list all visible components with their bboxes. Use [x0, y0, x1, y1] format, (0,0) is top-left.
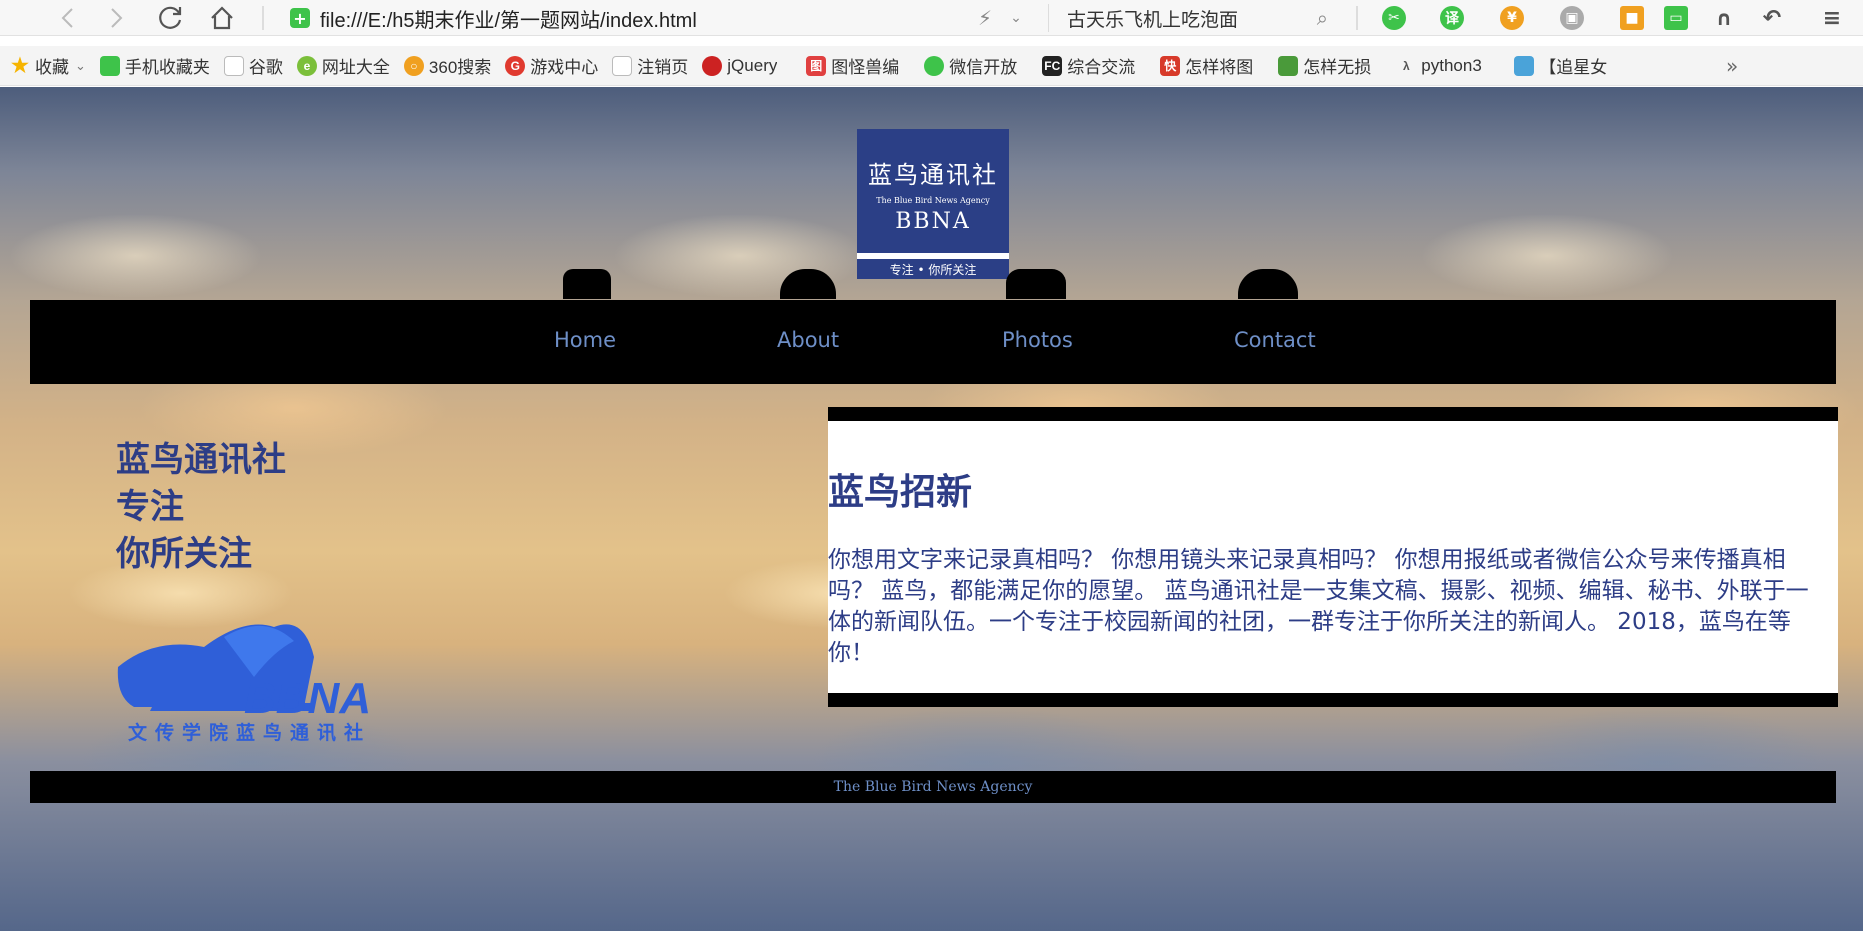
search-box[interactable]: 古天乐飞机上吃泡面 ⌕ — [1048, 4, 1348, 32]
kuai-icon: 快 — [1160, 55, 1181, 76]
headphones-icon[interactable]: ∩ — [1712, 6, 1736, 30]
side-title-line: 专注 — [116, 487, 184, 527]
logo-abbr: BBNA — [895, 209, 971, 234]
game-icon[interactable]: ▣ — [1560, 6, 1584, 30]
divider — [1356, 6, 1358, 30]
bookmark-item[interactable]: 【追星女 — [1514, 51, 1618, 81]
apps-icon[interactable]: ■ — [1620, 6, 1644, 30]
logo-school-text: 文传学院蓝鸟通讯社 — [128, 721, 371, 744]
fc-icon: FC — [1042, 55, 1063, 76]
logo-en: The Blue Bird News Agency — [876, 196, 990, 205]
game-center-icon: G — [505, 55, 526, 76]
translate-icon[interactable]: 译 — [1440, 6, 1464, 30]
globe-icon: e — [296, 55, 317, 76]
bookmark-item[interactable]: 谷歌 — [223, 51, 283, 81]
bookmark-item[interactable]: 注销页 — [612, 51, 688, 81]
logo-abbr-text: BBNA — [244, 674, 371, 723]
phone-icon — [99, 55, 120, 76]
bookmark-item[interactable]: G 游戏中心 — [505, 51, 598, 81]
jquery-icon — [702, 55, 723, 76]
footer-text: The Blue Bird News Agency — [833, 779, 1033, 795]
bookmark-item[interactable]: 微信开放 — [924, 51, 1028, 81]
undo-icon[interactable]: ↶ — [1760, 6, 1784, 31]
bookmark-item[interactable]: 图图怪兽编 — [806, 51, 910, 81]
nav-photos[interactable]: Photos — [1002, 328, 1073, 352]
bookmark-item[interactable]: FC 综合交流 — [1042, 51, 1146, 81]
python-icon: λ — [1402, 58, 1410, 73]
scissors-icon[interactable]: ✂ — [1382, 6, 1406, 30]
article-card: 蓝鸟招新 你想用文字来记录真相吗？ 你想用镜头来记录真相吗？ 你想用报纸或者微信… — [828, 407, 1838, 707]
bookmarks-bar: ★ 收藏 ⌄ 手机收藏夹 谷歌 e 网址大全 ○ 360搜索 G 游戏中心 注销页 j… — [0, 46, 1863, 86]
chevron-down-icon: ⌄ — [75, 57, 86, 73]
browser-toolbar: + file:///E:/h5期末作业/第一题网站/index.html ⚡ ⌄… — [0, 0, 1863, 36]
bookmark-item[interactable]: 手机收藏夹 — [99, 51, 210, 81]
more-bookmarks-icon[interactable]: » — [1726, 54, 1738, 78]
bookmark-item[interactable]: λ python3 — [1396, 51, 1500, 81]
image-icon: 图 — [806, 55, 827, 76]
bbna-logo: BBNA 文传学院蓝鸟通讯社 — [117, 624, 371, 744]
forward-icon[interactable] — [102, 0, 132, 36]
lightning-icon[interactable]: ⚡ — [970, 0, 1000, 36]
search-360-icon: ○ — [403, 55, 424, 76]
side-title: 蓝鸟通讯社 专注 你所关注 — [116, 437, 286, 578]
article-body: 你想用文字来记录真相吗？ 你想用镜头来记录真相吗？ 你想用报纸或者微信公众号来传… — [828, 547, 1809, 666]
bookmark-item[interactable]: 快怎样将图 — [1160, 51, 1264, 81]
side-title-line: 你所关注 — [116, 534, 252, 574]
battery-icon[interactable]: ▭ — [1664, 6, 1688, 30]
side-title-line: 蓝鸟通讯社 — [116, 440, 286, 480]
article-title: 蓝鸟招新 — [828, 472, 973, 513]
reload-icon[interactable] — [152, 0, 188, 36]
bookmark-item[interactable]: jQuery — [702, 51, 792, 81]
menu-icon[interactable]: ≡ — [1820, 6, 1844, 31]
bookmark-item[interactable]: ○ 360搜索 — [403, 51, 491, 81]
main-nav: Home About Photos Contact — [30, 300, 1836, 384]
logo-motto: 专注 • 你所关注 — [889, 263, 977, 277]
nav-contact[interactable]: Contact — [1234, 328, 1316, 352]
tv-icon — [1514, 55, 1535, 76]
site-logo[interactable]: 蓝鸟通讯社 The Blue Bird News Agency BBNA 专注 … — [857, 129, 1009, 279]
logo-cn: 蓝鸟通讯社 — [868, 161, 998, 189]
page-viewport: 蓝鸟通讯社 The Blue Bird News Agency BBNA 专注 … — [0, 87, 1863, 931]
secure-shield-icon: + — [290, 8, 310, 28]
page-icon — [223, 55, 244, 76]
nav-home[interactable]: Home — [554, 328, 616, 352]
leaf-icon — [1278, 55, 1299, 76]
wechat-icon — [924, 55, 945, 76]
camera-icon[interactable] — [1006, 269, 1066, 299]
back-icon[interactable] — [52, 0, 82, 36]
home-icon[interactable] — [204, 0, 240, 36]
bookmark-item[interactable]: e 网址大全 — [296, 51, 390, 81]
address-url[interactable]: file:///E:/h5期末作业/第一题网站/index.html — [320, 4, 697, 33]
chevron-down-icon[interactable]: ⌄ — [1004, 0, 1028, 36]
logo-divider — [857, 253, 1009, 259]
page-icon — [612, 55, 633, 76]
nav-about[interactable]: About — [777, 328, 839, 352]
bookmark-item[interactable]: 怎样无损 — [1278, 51, 1382, 81]
search-icon[interactable]: ⌕ — [1317, 6, 1328, 30]
divider — [262, 6, 264, 30]
star-icon: ★ — [11, 55, 29, 77]
news-icon[interactable] — [563, 269, 611, 299]
coin-icon[interactable]: ¥ — [1500, 6, 1524, 30]
bookmark-item[interactable]: ★ 收藏 ⌄ — [10, 51, 86, 81]
page-footer: The Blue Bird News Agency — [30, 771, 1836, 803]
search-text[interactable]: 古天乐飞机上吃泡面 — [1067, 5, 1317, 32]
